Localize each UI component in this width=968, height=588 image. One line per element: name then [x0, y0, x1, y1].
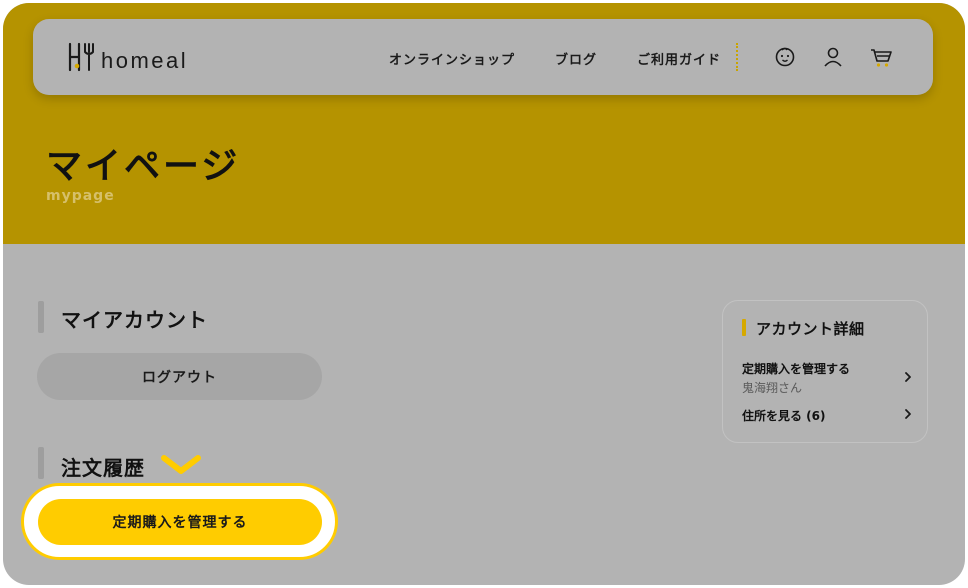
account-item-address-label: 住所を見る (6) — [742, 409, 826, 423]
logo-fork-house-icon — [68, 42, 94, 72]
baby-face-icon[interactable] — [774, 46, 796, 68]
account-item-subscription[interactable]: 定期購入を管理する 鬼海翔さん — [742, 360, 912, 396]
logo[interactable]: homeal — [67, 39, 188, 75]
account-item-address[interactable]: 住所を見る (6) — [742, 407, 912, 424]
order-history-heading-bar — [38, 447, 44, 479]
chevron-right-icon — [905, 372, 911, 382]
account-item-user-name: 鬼海翔さん — [742, 381, 803, 395]
logo-text: homeal — [101, 48, 189, 73]
logout-button[interactable]: ログアウト — [37, 353, 322, 400]
header-navbar: homeal オンラインショップ ブログ ご利用ガイド — [33, 19, 933, 95]
chevron-right-icon — [905, 409, 911, 419]
page-subtitle: mypage — [46, 188, 115, 204]
user-icon[interactable] — [822, 46, 844, 68]
nav-guide[interactable]: ご利用ガイド — [637, 49, 721, 68]
chevron-down-icon — [161, 455, 201, 474]
my-account-heading-bar — [38, 301, 44, 333]
nav-divider — [736, 43, 738, 71]
account-details-accent-bar — [742, 319, 746, 336]
app-frame: homeal オンラインショップ ブログ ご利用ガイド マイページ mypage… — [3, 3, 965, 585]
hero-banner: homeal オンラインショップ ブログ ご利用ガイド マイページ mypage — [3, 3, 965, 244]
account-details-title: アカウント詳細 — [756, 320, 865, 338]
my-account-heading: マイアカウント — [61, 308, 208, 332]
nav-online-shop[interactable]: オンラインショップ — [389, 49, 515, 68]
main-nav: オンラインショップ ブログ ご利用ガイド — [389, 47, 721, 69]
account-details-card: アカウント詳細 定期購入を管理する 鬼海翔さん 住所を見る (6) — [722, 300, 928, 443]
order-history-heading: 注文履歴 — [61, 456, 145, 480]
cart-icon[interactable] — [869, 46, 892, 68]
manage-subscription-button[interactable]: 定期購入を管理する — [38, 499, 322, 545]
nav-blog[interactable]: ブログ — [555, 49, 597, 68]
account-item-subscription-label: 定期購入を管理する — [742, 362, 851, 376]
page-title: マイページ — [46, 146, 241, 187]
